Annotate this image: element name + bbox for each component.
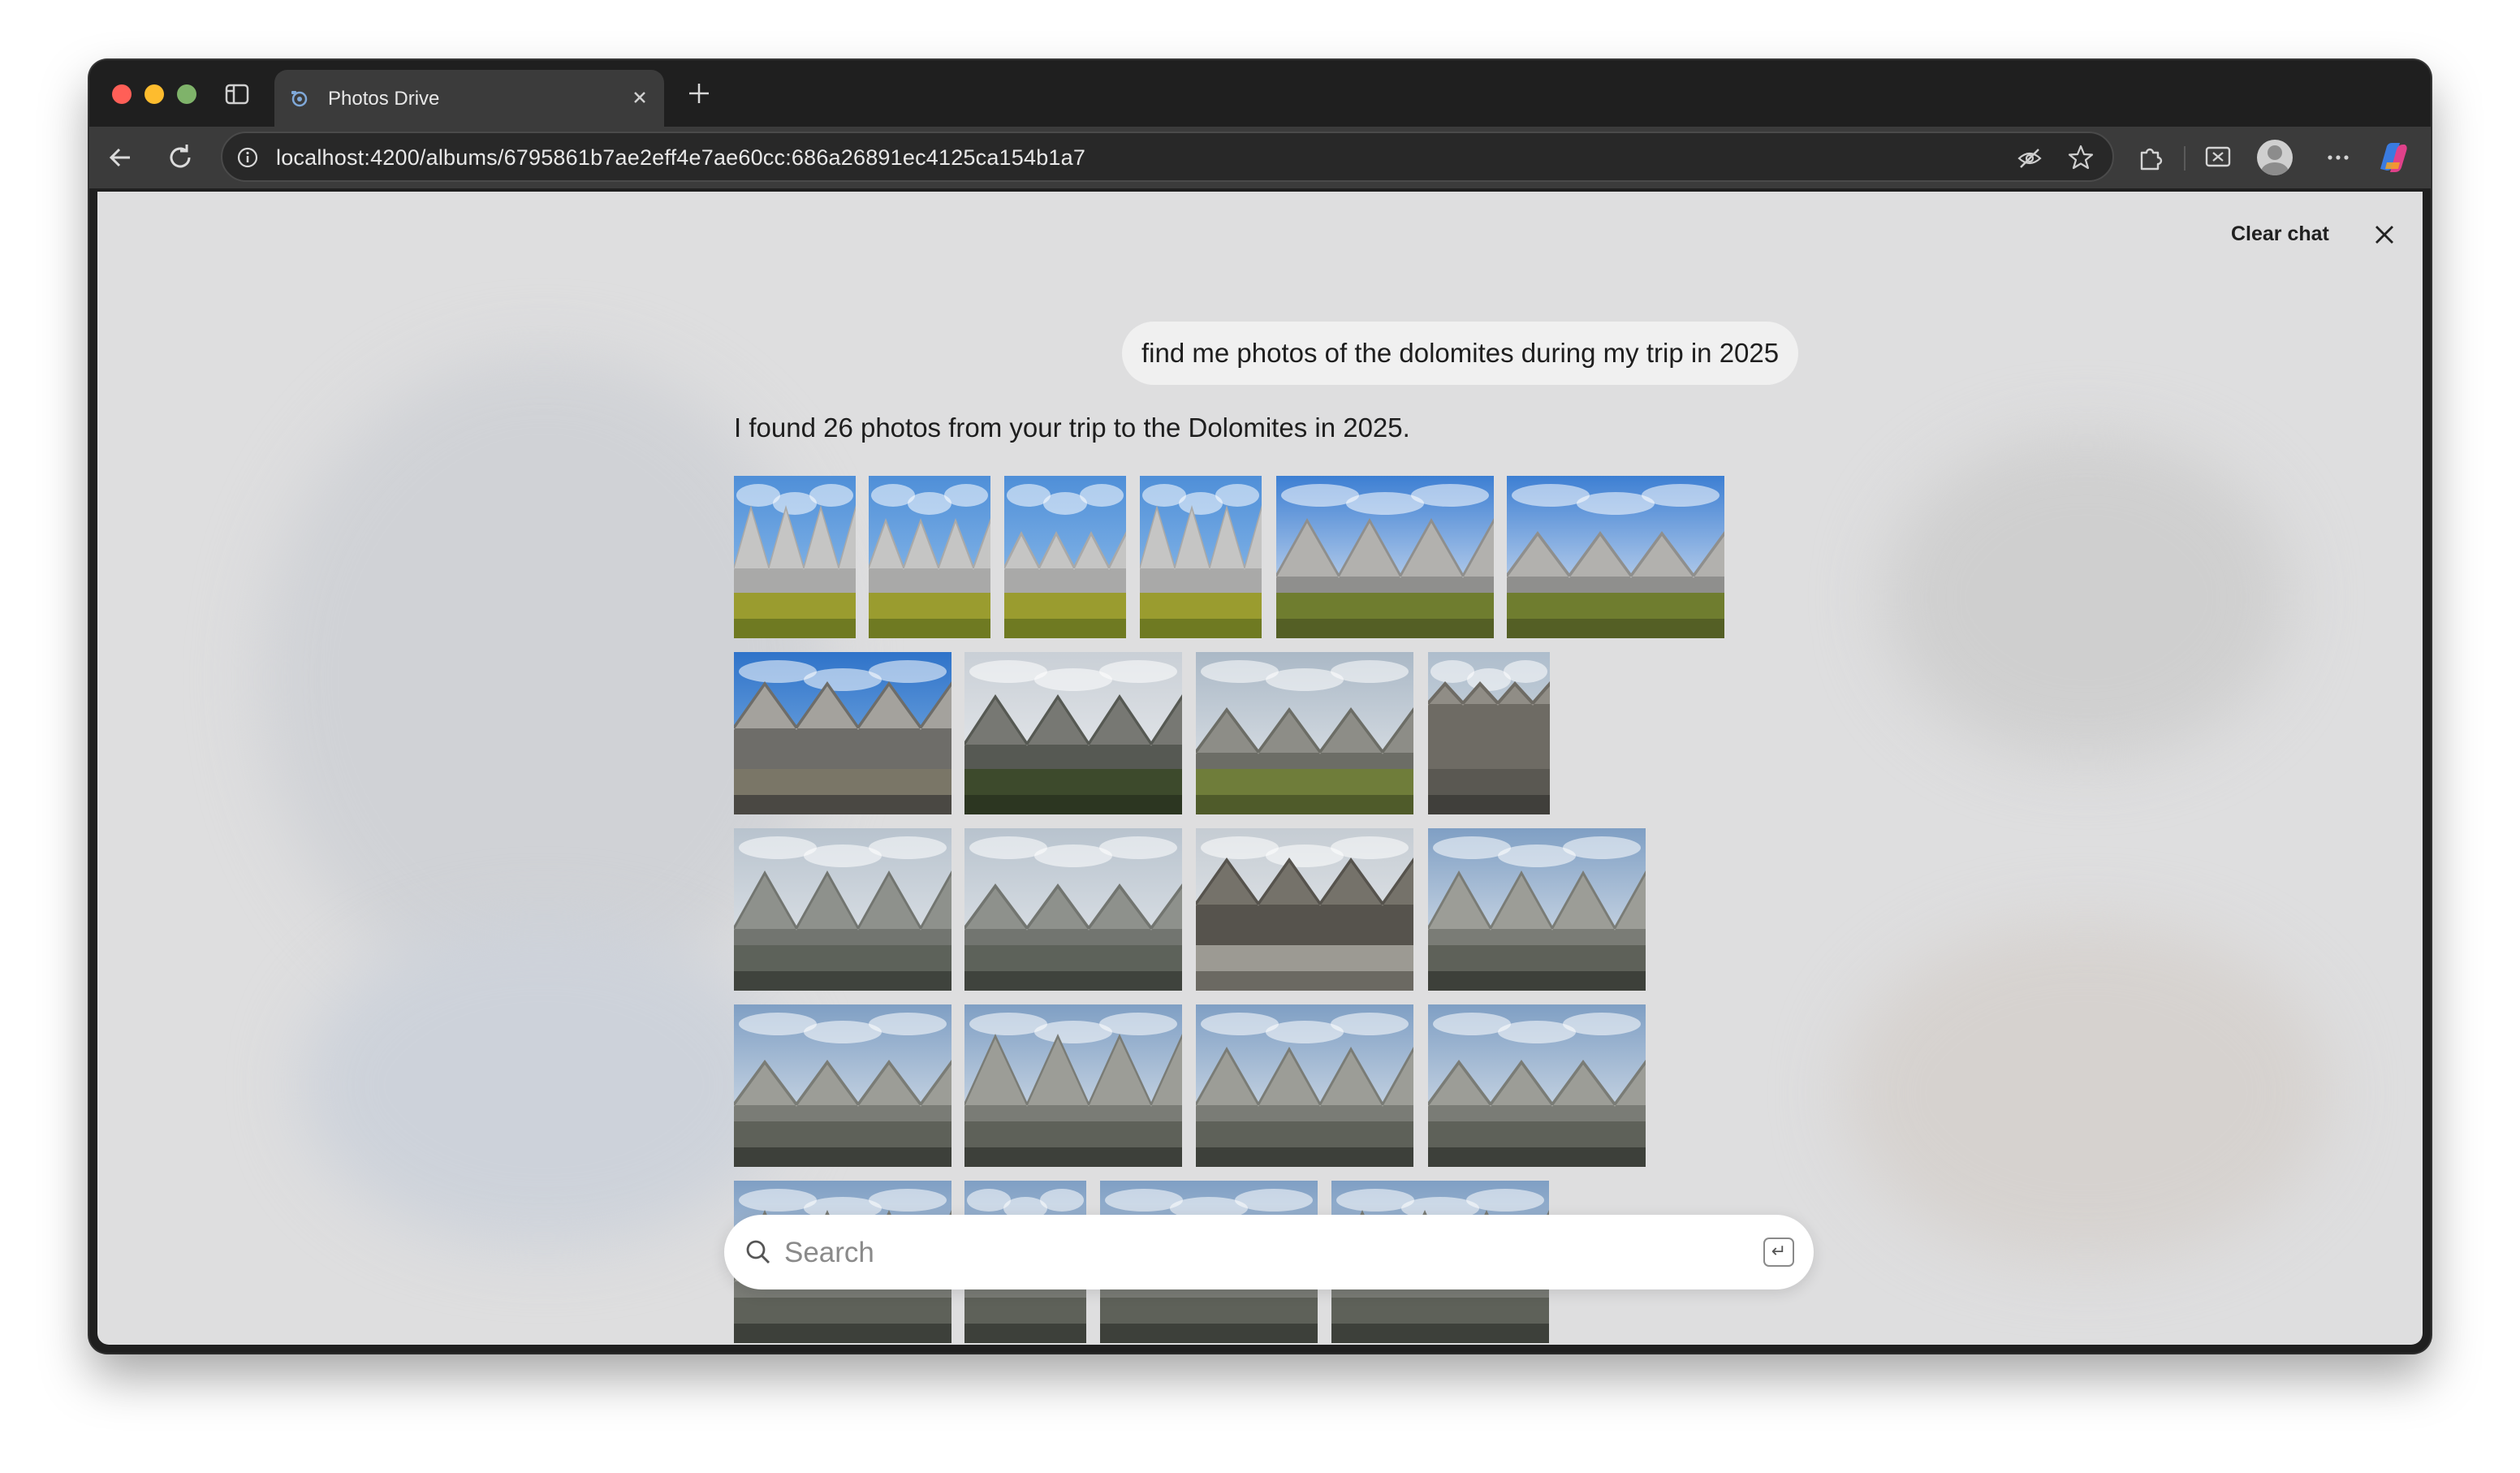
reload-icon[interactable]	[164, 141, 196, 174]
photo-thumbnail[interactable]	[734, 476, 856, 638]
photo-image	[869, 476, 990, 638]
photo-image	[964, 1004, 1182, 1167]
back-icon[interactable]	[104, 141, 136, 174]
search-input[interactable]	[783, 1226, 1744, 1280]
minimize-window-button[interactable]	[145, 84, 164, 104]
search-bar[interactable]: ↵	[724, 1215, 1814, 1289]
photo-image	[1196, 652, 1413, 814]
photo-image	[1196, 828, 1413, 991]
clear-chat-button[interactable]: Clear chat	[2231, 222, 2329, 246]
close-chat-icon[interactable]	[2371, 221, 2398, 248]
photo-thumbnail[interactable]	[964, 652, 1182, 814]
photo-image	[1428, 828, 1646, 991]
screenshot-icon[interactable]	[2203, 143, 2233, 172]
search-icon	[746, 1240, 770, 1264]
site-info-icon[interactable]	[235, 145, 260, 170]
photo-thumbnail[interactable]	[1428, 652, 1550, 814]
photo-image	[1140, 476, 1262, 638]
photo-thumbnail[interactable]	[734, 828, 951, 991]
tab-photos-drive[interactable]: Photos Drive	[274, 70, 664, 127]
photo-image	[1276, 476, 1494, 638]
background-blur	[1884, 435, 2289, 760]
photo-image	[734, 476, 856, 638]
photo-thumbnail[interactable]	[964, 828, 1182, 991]
photo-image	[734, 1004, 951, 1167]
page-content: Clear chat find me photos of the dolomit…	[97, 192, 2423, 1345]
photo-thumbnail[interactable]	[964, 1004, 1182, 1167]
new-tab-icon[interactable]	[685, 80, 713, 107]
profile-avatar[interactable]	[2257, 140, 2293, 175]
photo-image	[964, 652, 1182, 814]
photo-thumbnail[interactable]	[1196, 828, 1413, 991]
photo-image	[1428, 1004, 1646, 1167]
photo-image	[734, 652, 951, 814]
background-blur	[1843, 922, 2330, 1263]
assistant-reply: I found 26 photos from your trip to the …	[734, 413, 1410, 443]
close-tab-icon[interactable]	[628, 86, 651, 109]
photo-thumbnail[interactable]	[1140, 476, 1262, 638]
photo-image	[1196, 1004, 1413, 1167]
close-window-button[interactable]	[112, 84, 132, 104]
browser-window: Photos Drive localhost:4200/albums/67958…	[89, 60, 2431, 1353]
photo-thumbnail[interactable]	[1507, 476, 1724, 638]
more-options-icon[interactable]	[2324, 143, 2353, 172]
tab-title: Photos Drive	[328, 88, 440, 110]
photo-thumbnail[interactable]	[734, 652, 951, 814]
photo-thumbnail[interactable]	[1276, 476, 1494, 638]
photo-image	[734, 828, 951, 991]
photo-image	[964, 828, 1182, 991]
photo-thumbnail[interactable]	[734, 1004, 951, 1167]
photo-image	[1507, 476, 1724, 638]
address-bar[interactable]: localhost:4200/albums/6795861b7ae2eff4e7…	[221, 132, 2114, 182]
tracking-prevention-icon[interactable]	[2017, 145, 2043, 171]
user-message-bubble: find me photos of the dolomites during m…	[1122, 322, 1799, 385]
extensions-icon[interactable]	[2135, 143, 2164, 172]
url-text: localhost:4200/albums/6795861b7ae2eff4e7…	[276, 145, 1086, 170]
favorite-star-icon[interactable]	[2067, 144, 2095, 171]
zoom-window-button[interactable]	[177, 84, 196, 104]
avatar-body-icon	[2261, 162, 2289, 175]
photo-thumbnail[interactable]	[1004, 476, 1126, 638]
enter-key-icon[interactable]: ↵	[1763, 1238, 1794, 1267]
photo-image	[1004, 476, 1126, 638]
photos-drive-favicon-icon	[291, 91, 308, 107]
tab-bar: Photos Drive	[89, 60, 2431, 127]
photo-thumbnail[interactable]	[1196, 652, 1413, 814]
photo-thumbnail[interactable]	[1428, 1004, 1646, 1167]
photo-thumbnail[interactable]	[869, 476, 990, 638]
photo-thumbnail[interactable]	[1428, 828, 1646, 991]
photo-image	[1428, 652, 1550, 814]
avatar-head-icon	[2268, 145, 2282, 160]
background-blur	[300, 922, 788, 1247]
browser-toolbar: localhost:4200/albums/6795861b7ae2eff4e7…	[89, 127, 2431, 188]
photo-thumbnail[interactable]	[1196, 1004, 1413, 1167]
copilot-icon[interactable]	[2372, 138, 2411, 177]
sidebar-toggle-icon[interactable]	[224, 81, 250, 107]
toolbar-divider	[2184, 146, 2186, 171]
